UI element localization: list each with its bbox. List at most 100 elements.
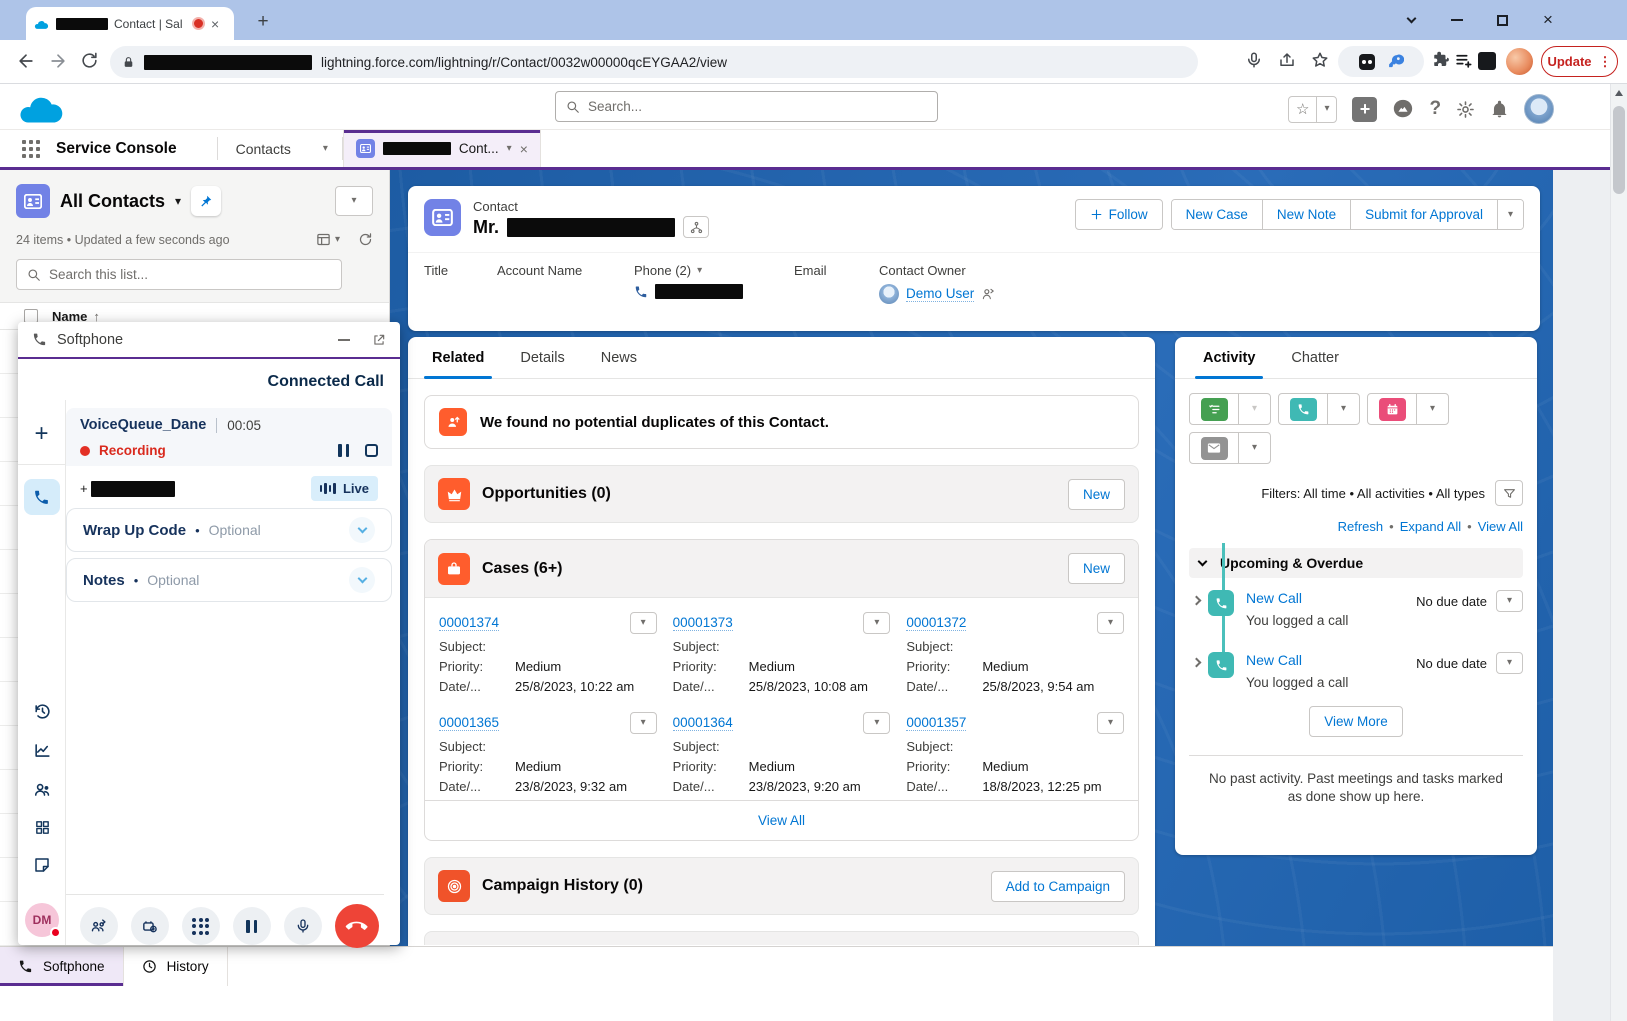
change-owner-icon[interactable] <box>981 287 995 301</box>
mic-permission-icon[interactable] <box>1245 51 1263 69</box>
extension-pill[interactable] <box>1338 46 1424 77</box>
scrollbar-thumb[interactable] <box>1613 106 1625 194</box>
notes-icon[interactable] <box>33 856 51 874</box>
more-actions-dropdown[interactable]: ▾ <box>1497 200 1523 229</box>
end-call-button[interactable] <box>335 904 379 948</box>
browser-profile-avatar[interactable] <box>1506 48 1533 75</box>
subtab-close-icon[interactable]: × <box>520 141 528 157</box>
trailhead-icon[interactable] <box>1392 98 1414 120</box>
new-tab-button[interactable]: + <box>250 9 276 35</box>
window-close-icon[interactable]: × <box>1527 0 1569 40</box>
list-view-caret-icon[interactable]: ▾ <box>175 195 181 207</box>
cases-new-button[interactable]: New <box>1068 553 1125 584</box>
new-event-group[interactable]: ▾ <box>1367 393 1449 425</box>
follow-button[interactable]: Follow <box>1075 199 1163 230</box>
favorites-group[interactable]: ☆ ▾ <box>1288 96 1337 123</box>
case-row-dropdown[interactable]: ▾ <box>1097 712 1124 734</box>
opportunities-title[interactable]: Opportunities (0) <box>482 485 611 503</box>
user-avatar[interactable] <box>1524 94 1554 124</box>
favorites-star-icon[interactable]: ☆ <box>1289 97 1316 122</box>
activity-title-link[interactable]: New Call <box>1246 652 1348 668</box>
add-to-campaign-button[interactable]: Add to Campaign <box>991 871 1125 902</box>
pause-recording-icon[interactable] <box>338 444 349 457</box>
case-row-dropdown[interactable]: ▾ <box>630 712 657 734</box>
log-call-group[interactable]: ▾ <box>1278 393 1360 425</box>
subtab-caret-icon[interactable]: ▾ <box>507 144 512 154</box>
chevron-down-icon[interactable] <box>349 567 375 593</box>
new-task-group[interactable]: ▾ <box>1189 393 1271 425</box>
stop-recording-icon[interactable] <box>365 444 378 457</box>
transfer-call-icon[interactable] <box>80 907 118 945</box>
case-row-dropdown[interactable]: ▾ <box>863 612 890 634</box>
global-actions-icon[interactable]: + <box>1352 97 1377 122</box>
log-call-icon[interactable] <box>1290 398 1317 421</box>
new-event-icon[interactable] <box>1379 398 1406 421</box>
tab-chatter[interactable]: Chatter <box>1273 337 1357 378</box>
chevron-down-icon[interactable] <box>349 517 375 543</box>
case-link[interactable]: 00001364 <box>673 715 733 731</box>
campaign-title[interactable]: Campaign History (0) <box>482 877 643 895</box>
tab-details[interactable]: Details <box>502 337 582 378</box>
forward-icon[interactable] <box>48 51 68 71</box>
upcoming-overdue-section[interactable]: Upcoming & Overdue <box>1189 548 1523 578</box>
app-launcher-icon[interactable] <box>22 140 40 158</box>
history-icon[interactable] <box>33 702 52 721</box>
bookmark-star-icon[interactable] <box>1311 51 1329 69</box>
list-view-title[interactable]: All Contacts <box>60 191 165 212</box>
case-row-dropdown[interactable]: ▾ <box>630 612 657 634</box>
update-button[interactable]: Update ⋮ <box>1541 46 1618 77</box>
activity-title-link[interactable]: New Call <box>1246 590 1348 606</box>
tab-close-icon[interactable]: × <box>211 16 219 32</box>
agent-avatar[interactable]: DM <box>25 903 59 937</box>
call-dropdown-icon[interactable]: ▾ <box>1328 394 1359 424</box>
share-icon[interactable] <box>1278 51 1296 69</box>
back-icon[interactable] <box>16 51 36 71</box>
minimize-icon[interactable] <box>338 339 350 341</box>
browser-tab[interactable]: Contact | Sal × <box>26 7 234 40</box>
view-more-button[interactable]: View More <box>1309 706 1403 737</box>
nav-tab-caret-icon[interactable]: ▾ <box>309 130 342 167</box>
active-call-tab-icon[interactable] <box>24 479 60 515</box>
reading-list-icon[interactable] <box>1454 51 1473 70</box>
hold-call-icon[interactable] <box>233 907 271 945</box>
expand-item-icon[interactable] <box>1192 658 1202 668</box>
global-search-input[interactable] <box>588 99 927 114</box>
opportunities-new-button[interactable]: New <box>1068 479 1125 510</box>
new-case-button[interactable]: New Case <box>1172 200 1262 229</box>
owner-link[interactable]: Demo User <box>906 286 974 302</box>
tab-related[interactable]: Related <box>414 337 502 378</box>
cases-view-all-link[interactable]: View All <box>758 813 805 828</box>
activity-item-dropdown[interactable]: ▾ <box>1496 652 1523 674</box>
select-all-checkbox[interactable] <box>24 309 38 323</box>
browser-menu-icon[interactable]: ⋮ <box>1599 54 1612 70</box>
popout-icon[interactable] <box>372 333 386 347</box>
reload-icon[interactable] <box>80 51 99 70</box>
analytics-icon[interactable] <box>33 741 52 760</box>
list-search[interactable] <box>16 259 342 290</box>
phone-caret-icon[interactable]: ▾ <box>697 266 702 276</box>
page-scrollbar[interactable] <box>1610 84 1627 1021</box>
window-chevron-icon[interactable] <box>1390 0 1432 40</box>
apps-grid-icon[interactable] <box>34 819 51 836</box>
expand-item-icon[interactable] <box>1192 596 1202 606</box>
expand-all-link[interactable]: Expand All <box>1400 519 1461 534</box>
display-as-icon[interactable]: ▾ <box>316 232 340 247</box>
setup-gear-icon[interactable] <box>1456 100 1475 119</box>
view-all-link[interactable]: View All <box>1478 519 1523 534</box>
utility-tab-history[interactable]: History <box>124 947 228 986</box>
view-hierarchy-icon[interactable] <box>683 216 709 238</box>
global-search[interactable] <box>555 91 938 122</box>
cases-title[interactable]: Cases (6+) <box>482 560 563 578</box>
utility-tab-softphone[interactable]: Softphone <box>0 947 124 986</box>
side-panel-icon[interactable] <box>1478 52 1496 70</box>
nav-tab-contacts[interactable]: Contacts <box>218 130 309 167</box>
case-link[interactable]: 00001357 <box>906 715 966 731</box>
new-task-icon[interactable] <box>1201 398 1228 421</box>
email-dropdown-icon[interactable]: ▾ <box>1239 433 1270 463</box>
activity-filter-gear-icon[interactable] <box>1495 480 1523 506</box>
scroll-up-icon[interactable] <box>1615 90 1623 96</box>
tab-news[interactable]: News <box>583 337 655 378</box>
extensions-puzzle-icon[interactable] <box>1432 51 1450 69</box>
notifications-bell-icon[interactable] <box>1490 100 1509 119</box>
case-link[interactable]: 00001374 <box>439 615 499 631</box>
